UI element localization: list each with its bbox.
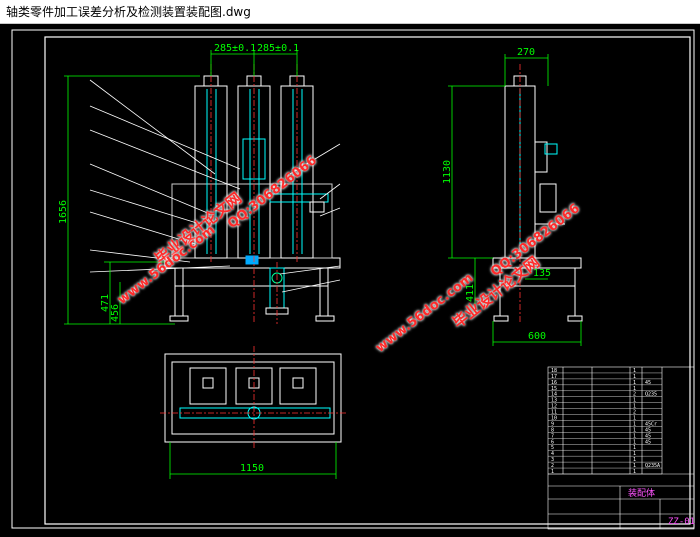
dim-285-right: 285±0.1 bbox=[257, 43, 299, 54]
front-dimensions bbox=[64, 50, 298, 325]
dim-600: 600 bbox=[528, 331, 546, 342]
dim-285-left: 285±0.1 bbox=[214, 43, 256, 54]
dim-456: 456 bbox=[110, 304, 121, 322]
bom-row-qty: 1 bbox=[633, 469, 636, 475]
bom-row-material: Q235A bbox=[645, 463, 660, 469]
dim-1150: 1150 bbox=[240, 463, 264, 474]
dim-1130: 1130 bbox=[442, 160, 453, 184]
dim-1656: 1656 bbox=[58, 200, 69, 224]
dim-270: 270 bbox=[517, 47, 535, 58]
bom-row-material: Q235 bbox=[645, 392, 657, 398]
top-view bbox=[164, 353, 342, 443]
bom-row-material: 45 bbox=[645, 439, 651, 445]
bom-row-material: 45 bbox=[645, 380, 651, 386]
cad-drawing: 285±0.1 285±0.1 1656 471 456 1150 270 11… bbox=[11, 29, 695, 530]
window-title: 轴类零件加工误差分析及检测装置装配图.dwg bbox=[0, 0, 700, 24]
title-drawing-code: ZZ-01 bbox=[668, 517, 695, 527]
bom-table bbox=[547, 366, 695, 530]
bom-row-no: 1 bbox=[551, 469, 554, 475]
title-drawing-name: 装配体 bbox=[628, 487, 655, 499]
bom-rows: 18 117 116 1 4515 114 2 Q23513 112 111 210 19 1 45Cr8… bbox=[548, 368, 662, 475]
drawing-canvas[interactable]: 285±0.1 285±0.1 1656 471 456 1150 270 11… bbox=[0, 24, 700, 533]
